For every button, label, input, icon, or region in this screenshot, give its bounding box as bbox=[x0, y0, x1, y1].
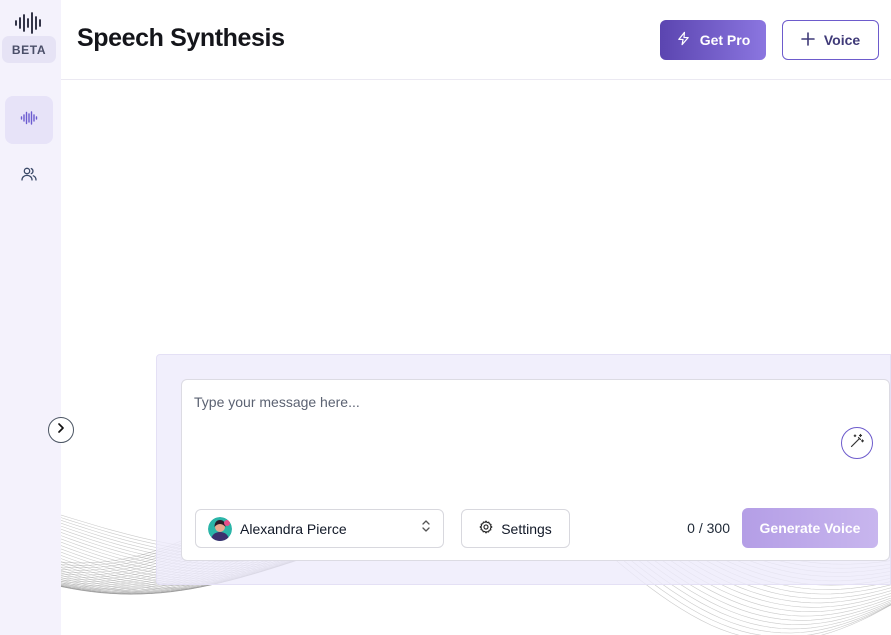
avatar bbox=[208, 516, 232, 541]
add-voice-button[interactable]: Voice bbox=[782, 20, 879, 60]
get-pro-button[interactable]: Get Pro bbox=[660, 20, 766, 60]
nav-voices[interactable] bbox=[5, 152, 53, 200]
selected-voice-name: Alexandra Pierce bbox=[240, 520, 347, 537]
enhance-text-button[interactable] bbox=[841, 427, 873, 459]
sidebar: BETA bbox=[0, 0, 61, 635]
chevrons-up-down-icon bbox=[421, 519, 431, 538]
plus-icon bbox=[801, 31, 815, 49]
character-count: 0 / 300 bbox=[687, 520, 730, 536]
gear-icon bbox=[479, 520, 493, 537]
magic-wand-icon bbox=[849, 433, 865, 454]
settings-button[interactable]: Settings bbox=[461, 509, 570, 548]
settings-label: Settings bbox=[501, 520, 552, 537]
chevron-right-icon bbox=[55, 421, 67, 439]
get-pro-label: Get Pro bbox=[699, 32, 751, 48]
voice-select[interactable]: Alexandra Pierce bbox=[195, 509, 444, 548]
waveform-icon bbox=[20, 110, 38, 130]
add-voice-label: Voice bbox=[823, 32, 861, 48]
generate-voice-button[interactable]: Generate Voice bbox=[742, 508, 878, 548]
composer: Alexandra Pierce Settings 0 / 300 Genera… bbox=[181, 379, 890, 561]
nav-speech-synthesis[interactable] bbox=[5, 96, 53, 144]
page-header: Speech Synthesis Get Pro Voice bbox=[61, 0, 891, 80]
message-input[interactable] bbox=[182, 380, 889, 490]
soundwave-logo-icon bbox=[14, 12, 44, 34]
beta-badge: BETA bbox=[2, 36, 56, 63]
users-icon bbox=[21, 166, 37, 187]
page-title: Speech Synthesis bbox=[77, 24, 285, 52]
lightning-icon bbox=[676, 31, 691, 49]
sidebar-toggle-button[interactable] bbox=[48, 417, 74, 443]
